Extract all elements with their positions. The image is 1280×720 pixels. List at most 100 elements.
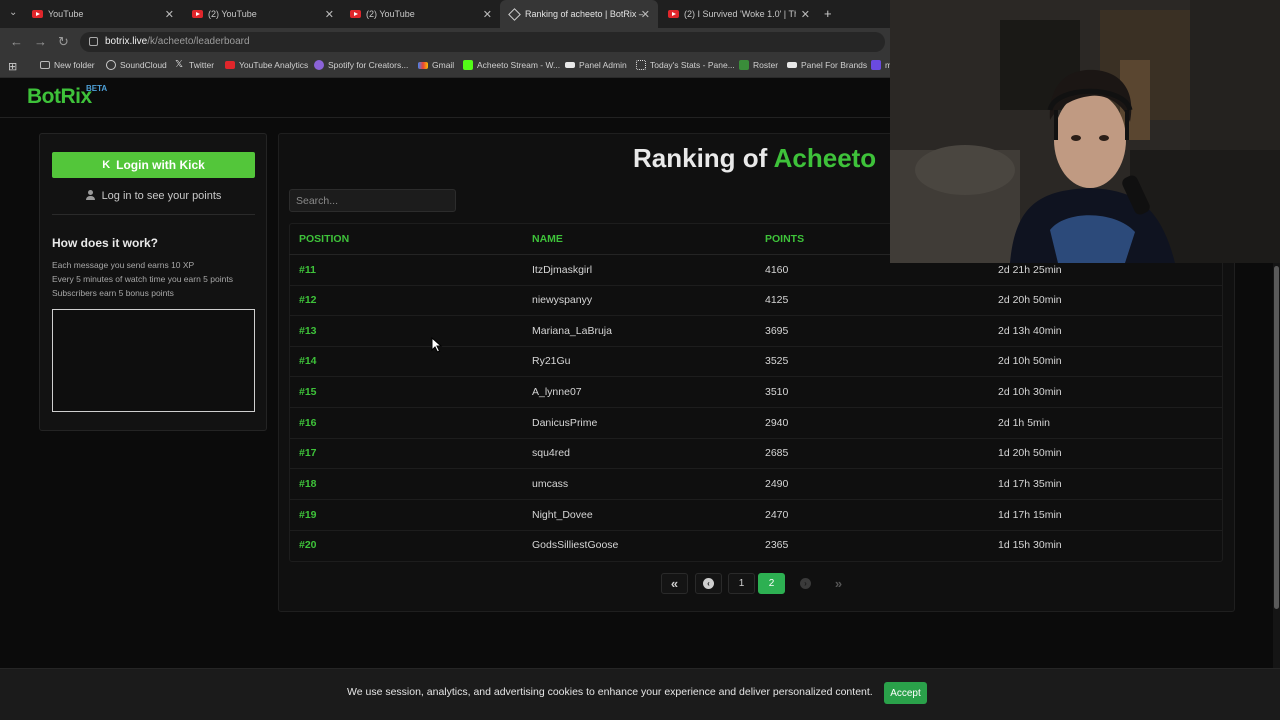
browser-tab-bar: ⌄ YouTube ✕ (2) YouTube ✕ (2) YouTube ✕ … bbox=[0, 0, 890, 28]
row-name: DanicusPrime bbox=[532, 417, 598, 429]
bookmark-new-folder[interactable]: New folder bbox=[40, 60, 95, 70]
page-2-button[interactable]: 2 bbox=[758, 573, 785, 594]
row-position: #11 bbox=[299, 264, 316, 276]
how-it-works-heading: How does it work? bbox=[52, 236, 159, 250]
row-watchtime: 2d 10h 50min bbox=[998, 355, 1062, 367]
mouse-cursor-icon bbox=[431, 337, 443, 353]
browser-tab[interactable]: (2) YouTube ✕ bbox=[182, 0, 342, 28]
chevron-left-circle-icon: ‹ bbox=[703, 578, 714, 589]
row-points: 3695 bbox=[765, 325, 789, 337]
beta-badge: BETA bbox=[86, 84, 108, 93]
title-prefix: Ranking of bbox=[633, 143, 768, 173]
browser-tab-active[interactable]: Ranking of acheeto | BotRix — ( ✕ bbox=[500, 0, 658, 28]
row-name: Mariana_LaBruja bbox=[532, 325, 612, 337]
title-channel: Acheeto bbox=[773, 143, 877, 173]
url-field[interactable]: botrix.live/k/acheeto/leaderboard bbox=[80, 32, 885, 52]
row-name: Ry21Gu bbox=[532, 355, 571, 367]
row-position: #13 bbox=[299, 325, 317, 337]
youtube-icon bbox=[32, 10, 43, 18]
row-watchtime: 2d 1h 5min bbox=[998, 417, 1050, 429]
bookmark-acheeto-stream[interactable]: Acheeto Stream - W... bbox=[463, 60, 560, 70]
botrix-icon bbox=[508, 7, 521, 21]
row-watchtime: 1d 20h 50min bbox=[998, 447, 1062, 459]
table-row: #12 niewyspanyy 4125 2d 20h 50min bbox=[289, 285, 1223, 316]
bookmark-soundcloud[interactable]: SoundCloud bbox=[106, 60, 167, 70]
double-chevron-right-icon: » bbox=[834, 576, 843, 591]
folder-icon bbox=[40, 61, 50, 69]
row-position: #16 bbox=[299, 417, 317, 429]
back-icon[interactable]: ← bbox=[10, 34, 23, 49]
apps-grid-icon[interactable]: ⊞ bbox=[8, 60, 17, 73]
browser-tab[interactable]: (2) I Survived 'Woke 1.0' | The Fi ✕ bbox=[658, 0, 818, 28]
row-points: 2470 bbox=[765, 509, 789, 521]
table-row: #16 DanicusPrime 2940 2d 1h 5min bbox=[289, 408, 1223, 439]
gmail-icon bbox=[418, 61, 428, 69]
close-tab-icon[interactable]: ✕ bbox=[483, 8, 492, 21]
user-icon bbox=[85, 190, 95, 200]
tab-title: (2) I Survived 'Woke 1.0' | The Fi bbox=[684, 9, 796, 19]
soundcloud-icon bbox=[106, 60, 116, 70]
tab-title: (2) YouTube bbox=[366, 9, 415, 19]
prev-page-button[interactable]: ‹ bbox=[695, 573, 722, 594]
tab-title: YouTube bbox=[48, 9, 84, 19]
next-page-button[interactable]: › bbox=[792, 573, 819, 594]
page-title: Ranking of Acheeto bbox=[633, 143, 876, 174]
column-header-position[interactable]: POSITION bbox=[299, 233, 349, 245]
row-points: 2365 bbox=[765, 539, 789, 551]
how-it-works-line: Each message you send earns 10 XP bbox=[52, 260, 195, 270]
page-icon bbox=[565, 62, 575, 68]
new-tab-icon[interactable]: + bbox=[824, 6, 832, 21]
tab-list-chevron-icon[interactable]: ⌄ bbox=[9, 7, 17, 18]
login-with-kick-button[interactable]: K Login with Kick bbox=[52, 152, 255, 178]
bookmark-spotify[interactable]: Spotify for Creators... bbox=[314, 60, 408, 70]
reload-icon[interactable]: ↻ bbox=[58, 34, 69, 50]
bookmark-youtube-analytics[interactable]: YouTube Analytics bbox=[225, 60, 308, 70]
page-icon bbox=[787, 62, 797, 68]
grid-icon bbox=[636, 60, 646, 70]
column-header-name[interactable]: NAME bbox=[532, 233, 563, 245]
browser-tab[interactable]: (2) YouTube ✕ bbox=[340, 0, 500, 28]
page-scrollbar-thumb[interactable] bbox=[1274, 266, 1279, 609]
row-position: #18 bbox=[299, 478, 317, 490]
site-info-icon[interactable] bbox=[89, 37, 98, 46]
row-points: 4160 bbox=[765, 264, 789, 276]
browser-tab[interactable]: YouTube ✕ bbox=[22, 0, 182, 28]
close-tab-icon[interactable]: ✕ bbox=[165, 8, 174, 21]
forward-icon[interactable]: → bbox=[34, 34, 47, 49]
bookmark-twitter[interactable]: 𝕏 Twitter bbox=[175, 60, 214, 71]
close-tab-icon[interactable]: ✕ bbox=[641, 8, 650, 21]
table-row: #20 GodsSilliestGoose 2365 1d 15h 30min bbox=[289, 530, 1223, 561]
row-watchtime: 1d 17h 35min bbox=[998, 478, 1062, 490]
login-button-label: Login with Kick bbox=[116, 158, 205, 172]
how-it-works-line: Subscribers earn 5 bonus points bbox=[52, 288, 174, 298]
row-name: Night_Dovee bbox=[532, 509, 593, 521]
close-tab-icon[interactable]: ✕ bbox=[801, 8, 810, 21]
page-1-button[interactable]: 1 bbox=[728, 573, 755, 594]
tab-title: (2) YouTube bbox=[208, 9, 257, 19]
column-header-points[interactable]: POINTS bbox=[765, 233, 804, 245]
table-row: #17 squ4red 2685 1d 20h 50min bbox=[289, 438, 1223, 469]
bookmark-overflow[interactable]: m bbox=[871, 60, 892, 70]
search-input[interactable] bbox=[289, 189, 456, 212]
row-name: squ4red bbox=[532, 447, 570, 459]
row-name: niewyspanyy bbox=[532, 294, 593, 306]
spotify-icon bbox=[314, 60, 324, 70]
row-position: #12 bbox=[299, 294, 317, 306]
bookmark-todays-stats[interactable]: Today's Stats - Pane... bbox=[636, 60, 735, 70]
row-points: 4125 bbox=[765, 294, 789, 306]
youtube-icon bbox=[350, 10, 361, 18]
bookmark-panel-admin[interactable]: Panel Admin bbox=[565, 60, 627, 70]
botrix-logo[interactable]: BotRix bbox=[27, 85, 92, 109]
last-page-button[interactable]: » bbox=[825, 573, 852, 594]
bookmark-roster[interactable]: Roster bbox=[739, 60, 778, 70]
bookmark-panel-for-brands[interactable]: Panel For Brands bbox=[787, 60, 867, 70]
cookie-accept-button[interactable]: Accept bbox=[884, 682, 927, 704]
row-points: 2685 bbox=[765, 447, 789, 459]
points-hint: Log in to see your points bbox=[52, 190, 255, 202]
kick-icon bbox=[463, 60, 473, 70]
bookmark-gmail[interactable]: Gmail bbox=[418, 60, 454, 70]
row-points: 3510 bbox=[765, 386, 789, 398]
close-tab-icon[interactable]: ✕ bbox=[325, 8, 334, 21]
row-position: #20 bbox=[299, 539, 317, 551]
first-page-button[interactable]: « bbox=[661, 573, 688, 594]
